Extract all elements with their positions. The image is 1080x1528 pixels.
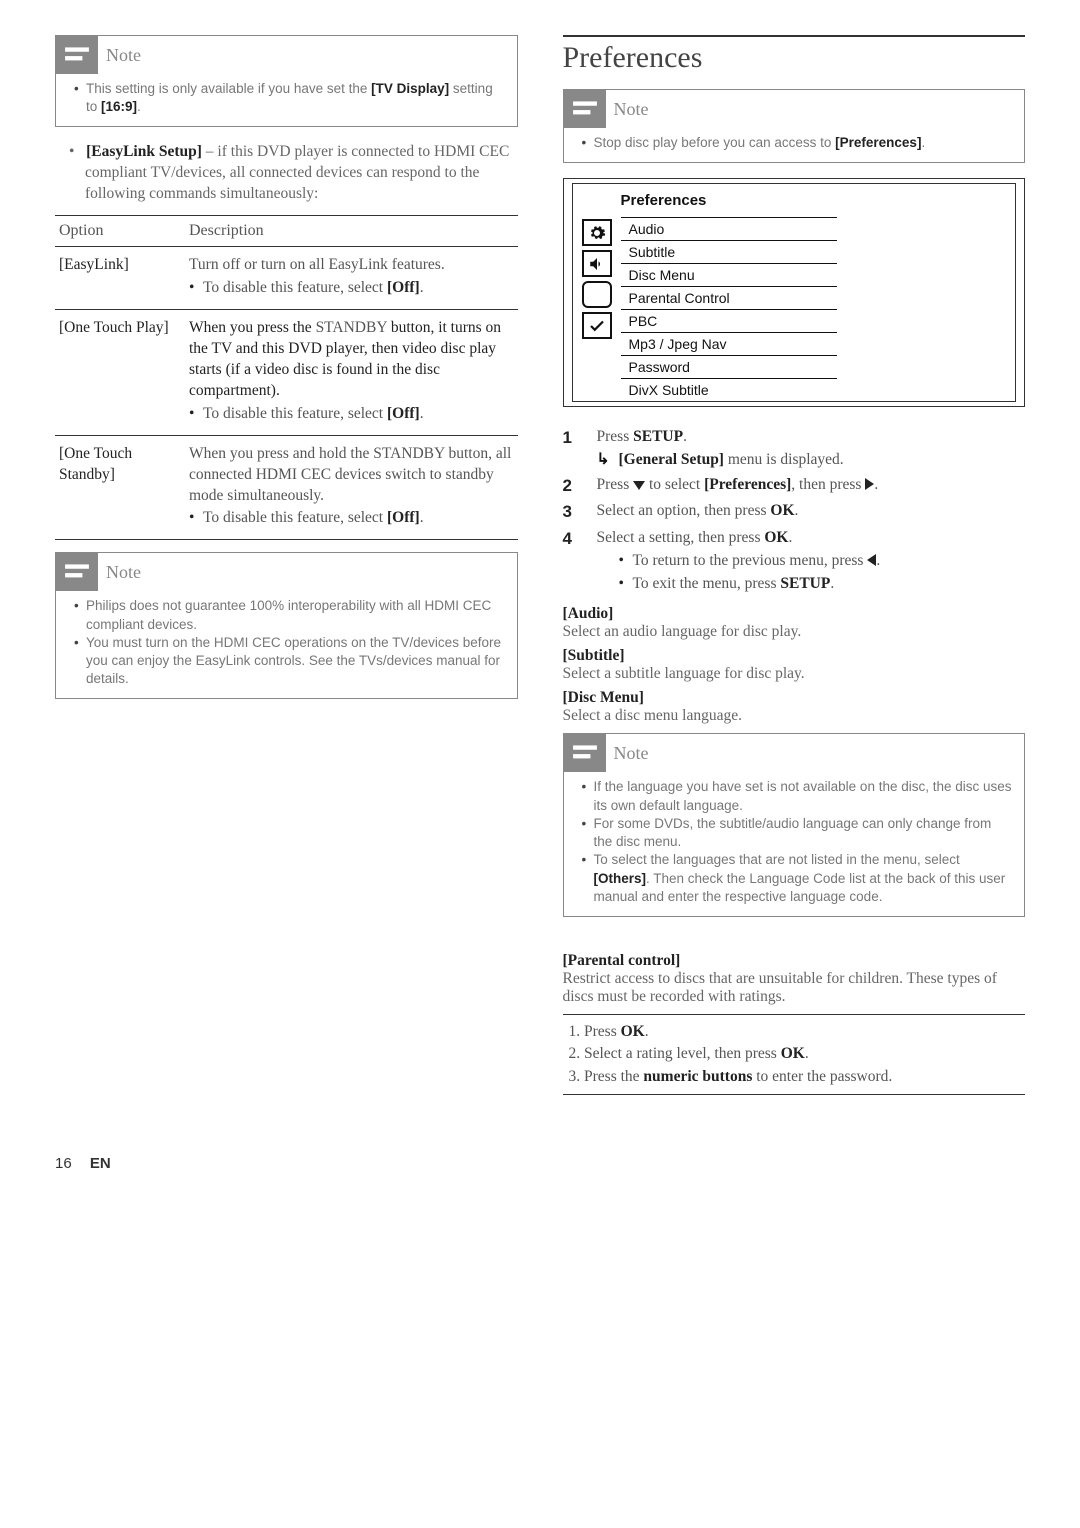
speaker-icon: [582, 250, 612, 277]
down-icon: [633, 481, 645, 490]
step-3: 3 Select an option, then press OK.: [563, 499, 1026, 525]
note-text: Philips does not guarantee 100% interope…: [74, 597, 505, 633]
list-item: Mp3 / Jpeg Nav: [621, 332, 838, 355]
note-icon: [56, 553, 98, 591]
step-1: 1 Press SETUP. [General Setup] menu is d…: [563, 425, 1026, 472]
list-item: Subtitle: [621, 240, 838, 263]
note-title: Note: [106, 562, 141, 583]
section-heading: Preferences: [563, 35, 1026, 75]
gear-icon: [582, 219, 612, 246]
note-text: You must turn on the HDMI CEC operations…: [74, 634, 505, 689]
note-icon: [56, 36, 98, 74]
step-2: 2 Press to select [Preferences], then pr…: [563, 473, 1026, 499]
right-icon: [865, 478, 874, 490]
note-text: If the language you have set is not avai…: [582, 778, 1013, 814]
list-item: Parental Control: [621, 286, 838, 309]
note-text: To select the languages that are not lis…: [582, 851, 1013, 906]
note-title: Note: [614, 743, 649, 764]
easylink-table: Option Description [EasyLink] Turn off o…: [55, 215, 518, 540]
note-text: For some DVDs, the subtitle/audio langua…: [582, 815, 1013, 851]
page-footer: 16 EN: [0, 1115, 1080, 1202]
lang-code: EN: [90, 1155, 111, 1172]
th-description: Description: [185, 216, 518, 247]
note-title: Note: [106, 45, 141, 66]
table-row: [One Touch Standby] When you press and h…: [55, 435, 518, 540]
note-box-language: Note If the language you have set is not…: [563, 733, 1026, 917]
option-discmenu-head: [Disc Menu]: [563, 689, 1026, 707]
note-title: Note: [614, 99, 649, 120]
note-icon: [564, 734, 606, 772]
page-number: 16: [55, 1155, 72, 1172]
option-discmenu-desc: Select a disc menu language.: [563, 707, 1026, 725]
list-item: Password: [621, 355, 838, 378]
note-icon: [564, 90, 606, 128]
option-subtitle-head: [Subtitle]: [563, 647, 1026, 665]
option-audio-head: [Audio]: [563, 605, 1026, 623]
list-item: DivX Subtitle: [621, 378, 838, 401]
left-icon: [867, 554, 876, 566]
note-box-tv-display: Note This setting is only available if y…: [55, 35, 518, 127]
menu-list: Audio Subtitle Disc Menu Parental Contro…: [621, 217, 1016, 401]
check-icon: [582, 312, 612, 339]
table-row: [EasyLink] Turn off or turn on all EasyL…: [55, 247, 518, 310]
note-box-philips: Note Philips does not guarantee 100% int…: [55, 552, 518, 699]
menu-title: Preferences: [573, 184, 1016, 217]
steps-list: 1 Press SETUP. [General Setup] menu is d…: [563, 425, 1026, 595]
note-text: This setting is only available if you ha…: [74, 80, 505, 116]
parental-steps: 1. Press OK. 2. Select a rating level, t…: [563, 1014, 1026, 1095]
option-parental-head: [Parental control]: [563, 952, 1026, 970]
option-subtitle-desc: Select a subtitle language for disc play…: [563, 665, 1026, 683]
option-parental-desc: Restrict access to discs that are unsuit…: [563, 970, 1026, 1006]
note-box-stop-disc: Note Stop disc play before you can acces…: [563, 89, 1026, 163]
th-option: Option: [55, 216, 185, 247]
option-audio-desc: Select an audio language for disc play.: [563, 623, 1026, 641]
list-item: Audio: [621, 217, 838, 240]
table-row: [One Touch Play] When you press the STAN…: [55, 310, 518, 436]
list-item: PBC: [621, 309, 838, 332]
preferences-menu: Preferences Audio Subtitle Disc Menu Par…: [563, 178, 1026, 407]
list-item: Disc Menu: [621, 263, 838, 286]
note-text: Stop disc play before you can access to …: [582, 134, 1013, 152]
step-4: 4 Select a setting, then press OK. To re…: [563, 526, 1026, 596]
easylink-intro: • [EasyLink Setup] – if this DVD player …: [77, 142, 518, 205]
tv-icon: [582, 281, 612, 308]
